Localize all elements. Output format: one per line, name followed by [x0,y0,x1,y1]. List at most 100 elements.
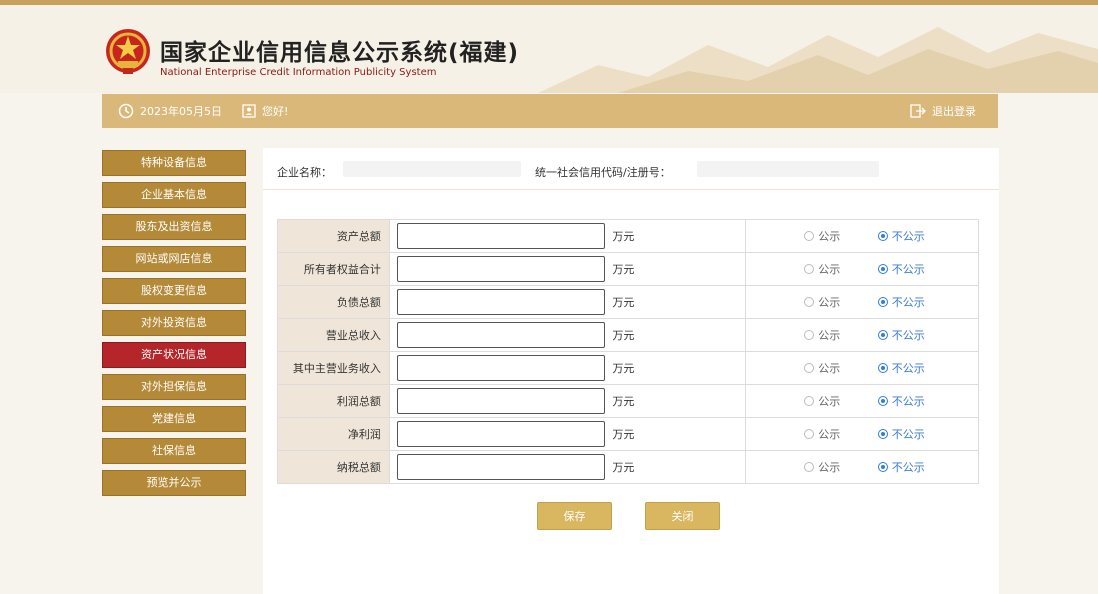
site-header: 国家企业信用信息公示系统(福建) National Enterprise Cre… [0,5,1098,93]
company-name-value [343,161,521,177]
private-radio-label: 不公示 [891,395,925,408]
private-radio[interactable]: 不公示 [877,459,925,475]
field-label: 利润总额 [277,384,390,418]
radio-circle-icon [877,462,888,472]
top-toolbar: 2023年05月5日 您好! 退出登录 [102,94,998,128]
form-row: 负债总额 万元 公示 不公示 [277,285,979,319]
amount-input[interactable] [396,421,605,447]
user-greeting: 您好! [242,103,288,119]
radio-circle-icon [804,330,815,340]
form-row: 利润总额 万元 公示 不公示 [277,384,979,418]
unit-label: 万元 [612,329,635,342]
public-radio-label: 公示 [818,296,841,309]
form-row: 纳税总额 万元 公示 不公示 [277,450,979,484]
public-radio[interactable]: 公示 [804,360,840,376]
unit-label: 万元 [612,428,635,441]
amount-input[interactable] [396,388,605,414]
national-emblem-icon [106,29,150,74]
field-label: 所有者权益合计 [277,252,390,286]
site-subtitle: National Enterprise Credit Information P… [160,67,437,78]
credit-code-value [697,161,879,177]
amount-input[interactable] [396,289,605,315]
logout-icon [910,104,926,118]
private-radio-label: 不公示 [891,329,925,342]
unit-label: 万元 [612,362,635,375]
logout-label: 退出登录 [932,105,976,118]
radio-circle-icon [804,264,815,274]
company-info-bar: 企业名称： 统一社会信用代码/注册号： [263,148,999,190]
unit-label: 万元 [612,263,635,276]
amount-input[interactable] [396,355,605,381]
main-panel: 企业名称： 统一社会信用代码/注册号： 资产总额 万元 公示 不公示 所有者权益… [263,148,999,594]
sidebar-item-investment[interactable]: 对外投资信息 [102,310,246,336]
public-radio[interactable]: 公示 [804,426,840,442]
save-button[interactable]: 保存 [537,502,612,530]
amount-input[interactable] [396,256,605,282]
private-radio[interactable]: 不公示 [877,393,925,409]
radio-circle-icon [804,429,815,439]
amount-input[interactable] [396,322,605,348]
radio-circle-icon [877,297,888,307]
field-label: 纳税总额 [277,450,390,484]
amount-input[interactable] [396,454,605,480]
sidebar-item-social-security[interactable]: 社保信息 [102,438,246,464]
public-radio[interactable]: 公示 [804,261,840,277]
public-radio[interactable]: 公示 [804,294,840,310]
public-radio[interactable]: 公示 [804,327,840,343]
field-label: 负债总额 [277,285,390,319]
radio-circle-icon [877,396,888,406]
site-title: 国家企业信用信息公示系统(福建) [160,40,520,66]
radio-circle-icon [804,231,815,241]
public-radio-label: 公示 [818,395,841,408]
sidebar-item-assets[interactable]: 资产状况信息 [102,342,246,368]
form-row: 资产总额 万元 公示 不公示 [277,219,979,253]
sidebar-item-preview[interactable]: 预览并公示 [102,470,246,496]
private-radio[interactable]: 不公示 [877,327,925,343]
sidebar-item-equity-change[interactable]: 股权变更信息 [102,278,246,304]
radio-circle-icon [804,363,815,373]
sidebar-item-shareholders[interactable]: 股东及出资信息 [102,214,246,240]
private-radio-label: 不公示 [891,461,925,474]
greeting-text: 您好! [262,105,289,118]
radio-circle-icon [877,429,888,439]
radio-circle-icon [877,363,888,373]
unit-label: 万元 [612,461,635,474]
date-text: 2023年05月5日 [140,105,222,118]
unit-label: 万元 [612,296,635,309]
private-radio[interactable]: 不公示 [877,426,925,442]
private-radio[interactable]: 不公示 [877,261,925,277]
public-radio[interactable]: 公示 [804,459,840,475]
form-row: 净利润 万元 公示 不公示 [277,417,979,451]
mountain-decoration [538,27,1098,93]
private-radio-label: 不公示 [891,362,925,375]
private-radio[interactable]: 不公示 [877,294,925,310]
sidebar-item-basic-info[interactable]: 企业基本信息 [102,182,246,208]
public-radio-label: 公示 [818,362,841,375]
private-radio[interactable]: 不公示 [877,360,925,376]
private-radio-label: 不公示 [891,428,925,441]
sidebar-item-websites[interactable]: 网站或网店信息 [102,246,246,272]
field-label: 其中主营业务收入 [277,351,390,385]
clock-icon [118,103,134,119]
form-row: 所有者权益合计 万元 公示 不公示 [277,252,979,286]
company-name-label: 企业名称： [277,166,332,179]
amount-input[interactable] [396,223,605,249]
close-button[interactable]: 关闭 [645,502,720,530]
unit-label: 万元 [612,395,635,408]
public-radio-label: 公示 [818,329,841,342]
unit-label: 万元 [612,230,635,243]
radio-circle-icon [877,231,888,241]
public-radio[interactable]: 公示 [804,228,840,244]
field-label: 净利润 [277,417,390,451]
radio-circle-icon [804,462,815,472]
public-radio[interactable]: 公示 [804,393,840,409]
sidebar-item-special-equipment[interactable]: 特种设备信息 [102,150,246,176]
form-row: 其中主营业务收入 万元 公示 不公示 [277,351,979,385]
radio-circle-icon [877,264,888,274]
logout-button[interactable]: 退出登录 [910,103,976,119]
private-radio-label: 不公示 [891,296,925,309]
private-radio[interactable]: 不公示 [877,228,925,244]
sidebar-item-party[interactable]: 党建信息 [102,406,246,432]
sidebar-item-guarantee[interactable]: 对外担保信息 [102,374,246,400]
credit-code-label: 统一社会信用代码/注册号： [535,166,671,179]
